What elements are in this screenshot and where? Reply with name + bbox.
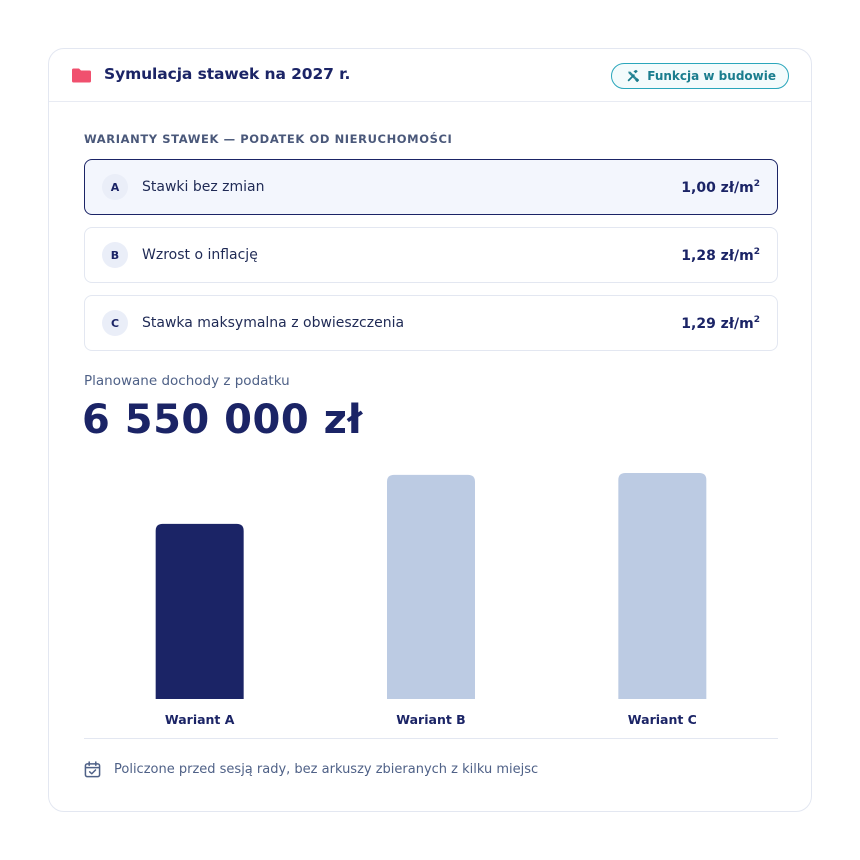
simulation-card: Symulacja stawek na 2027 r. Funkcja w bu… xyxy=(48,48,812,812)
bar-label: Wariant B xyxy=(396,712,465,727)
option-a[interactable]: A Stawki bez zmian 1,00 zł/m2 xyxy=(84,159,778,215)
option-letter-badge: B xyxy=(102,242,128,268)
folder-icon xyxy=(72,68,91,83)
bar-label: Wariant A xyxy=(165,712,235,727)
card-header: Symulacja stawek na 2027 r. Funkcja w bu… xyxy=(49,49,811,102)
footer-divider xyxy=(84,738,778,739)
variant-bar-chart: Wariant A Wariant B Wariant C xyxy=(84,469,778,739)
option-value: 1,00 zł/m2 xyxy=(681,178,760,196)
bar-wariant-c[interactable] xyxy=(618,473,707,699)
bar-wariant-a[interactable] xyxy=(155,523,244,699)
option-letter-badge: A xyxy=(102,174,128,200)
option-label: Stawki bez zmian xyxy=(142,179,265,195)
option-b[interactable]: B Wzrost o inflację 1,28 zł/m2 xyxy=(84,227,778,283)
bar-wariant-b[interactable] xyxy=(387,474,475,699)
tools-icon xyxy=(628,69,640,83)
calendar-check-icon xyxy=(84,761,101,778)
option-label: Stawka maksymalna z obwieszczenia xyxy=(142,315,405,331)
option-label: Wzrost o inflację xyxy=(142,247,258,263)
chart-svg: Wariant A Wariant B Wariant C xyxy=(155,473,707,727)
under-construction-badge[interactable]: Funkcja w budowie xyxy=(611,63,789,89)
section-label: WARIANTY STAWEK — PODATEK OD NIERUCHOMOŚ… xyxy=(84,132,453,146)
income-value: 6 550 000 zł xyxy=(82,397,363,443)
option-value: 1,28 zł/m2 xyxy=(681,246,760,264)
card-title: Symulacja stawek na 2027 r. xyxy=(104,65,351,83)
option-value: 1,29 zł/m2 xyxy=(681,314,760,332)
footer-text: Policzone przed sesją rady, bez arkuszy … xyxy=(114,762,539,777)
option-letter-badge: C xyxy=(102,310,128,336)
badge-label: Funkcja w budowie xyxy=(647,69,776,83)
footer-note: Policzone przed sesją rady, bez arkuszy … xyxy=(84,761,538,778)
bar-label: Wariant C xyxy=(628,712,697,727)
option-c[interactable]: C Stawka maksymalna z obwieszczenia 1,29… xyxy=(84,295,778,351)
income-label: Planowane dochody z podatku xyxy=(84,373,290,389)
